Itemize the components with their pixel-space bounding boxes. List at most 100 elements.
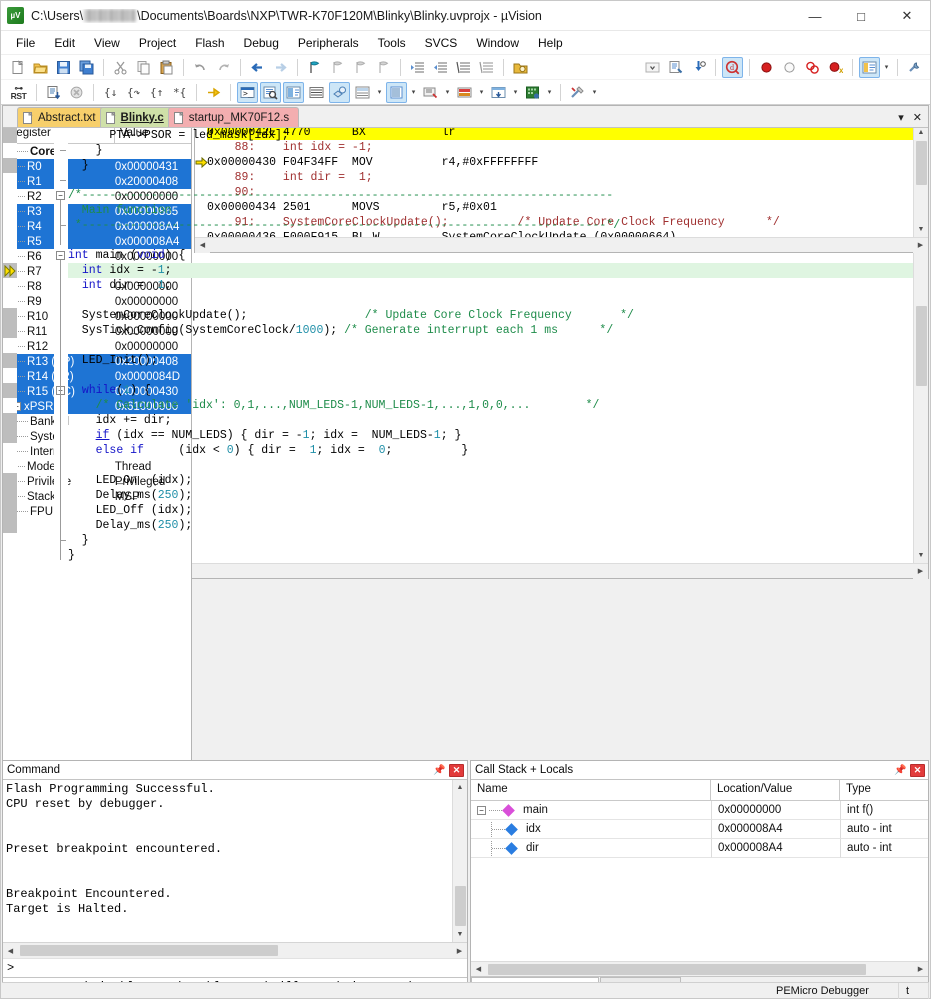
bookmark-toggle-icon[interactable] bbox=[304, 57, 325, 78]
registers-window-icon[interactable] bbox=[306, 82, 327, 103]
callstack-tree[interactable]: −main0x00000000int f()idx0x000008A4auto … bbox=[471, 801, 928, 961]
close-button[interactable]: ✕ bbox=[884, 1, 930, 31]
breakpoint-gutter-mark[interactable] bbox=[3, 428, 17, 443]
step-over-icon[interactable]: {↷} bbox=[123, 82, 144, 103]
scroll-down-icon[interactable]: ▼ bbox=[453, 927, 468, 942]
editor-line[interactable]: *---------------------------------------… bbox=[68, 218, 913, 233]
navigate-back-icon[interactable] bbox=[247, 57, 268, 78]
editor-line[interactable]: int main (void) { bbox=[68, 248, 913, 263]
editor-line[interactable]: Delay_ms(250); bbox=[68, 488, 913, 503]
editor-line[interactable]: else if (idx < 0) { dir = 1; idx = 0; } bbox=[68, 443, 913, 458]
disable-all-breakpoints-icon[interactable] bbox=[802, 57, 823, 78]
callstack-row[interactable]: dir0x000008A4auto - int bbox=[471, 839, 928, 858]
editor-line[interactable] bbox=[68, 293, 913, 308]
save-icon[interactable] bbox=[53, 57, 74, 78]
maximize-button[interactable]: □ bbox=[838, 1, 884, 31]
command-output-area[interactable]: Flash Programming Successful. CPU reset … bbox=[3, 780, 467, 943]
menu-flash[interactable]: Flash bbox=[186, 33, 233, 53]
menu-debug[interactable]: Debug bbox=[235, 33, 288, 53]
target-select-dropdown[interactable] bbox=[642, 57, 663, 78]
pin-icon[interactable]: 📌 bbox=[432, 763, 447, 778]
manage-runtime-icon[interactable] bbox=[688, 57, 709, 78]
editor-line[interactable] bbox=[68, 458, 913, 473]
indent-icon[interactable] bbox=[407, 57, 428, 78]
breakpoint-gutter-mark[interactable] bbox=[3, 323, 17, 338]
trace-window-caret[interactable]: ▾ bbox=[510, 82, 521, 103]
window-layout-caret[interactable]: ▾ bbox=[881, 57, 892, 78]
run-to-cursor-icon[interactable]: *{} bbox=[169, 82, 190, 103]
menu-peripherals[interactable]: Peripherals bbox=[289, 33, 368, 53]
kill-all-breakpoints-icon[interactable]: x bbox=[825, 57, 846, 78]
new-file-icon[interactable] bbox=[7, 57, 28, 78]
trace-window-icon[interactable] bbox=[488, 82, 509, 103]
scroll-up-icon[interactable]: ▲ bbox=[453, 780, 468, 795]
insert-breakpoint-icon[interactable] bbox=[756, 57, 777, 78]
callstack-row[interactable]: −main0x00000000int f() bbox=[471, 801, 928, 820]
menu-project[interactable]: Project bbox=[130, 33, 185, 53]
stop-icon[interactable] bbox=[66, 82, 87, 103]
open-project-icon[interactable] bbox=[510, 57, 531, 78]
disassembly-window-icon[interactable] bbox=[260, 82, 281, 103]
close-icon[interactable]: ✕ bbox=[910, 764, 925, 777]
scroll-thumb[interactable] bbox=[916, 306, 927, 386]
open-file-icon[interactable] bbox=[30, 57, 51, 78]
step-out-icon[interactable]: {↑} bbox=[146, 82, 167, 103]
undo-icon[interactable] bbox=[190, 57, 211, 78]
scroll-down-icon[interactable]: ▼ bbox=[914, 222, 929, 237]
breakpoint-gutter-mark[interactable] bbox=[3, 128, 17, 143]
step-into-icon[interactable]: {↓} bbox=[100, 82, 121, 103]
bookmark-prev-icon[interactable] bbox=[327, 57, 348, 78]
toolbox-caret[interactable]: ▾ bbox=[589, 82, 600, 103]
editor-line[interactable]: Main function bbox=[68, 203, 913, 218]
expand-toggle-icon[interactable]: − bbox=[477, 806, 486, 815]
editor-line[interactable]: idx += dir; bbox=[68, 413, 913, 428]
scroll-left-icon[interactable]: ◀ bbox=[471, 962, 486, 977]
editor-line[interactable]: SystemCoreClockUpdate(); /* Update Core … bbox=[68, 308, 913, 323]
close-icon[interactable]: ✕ bbox=[913, 111, 922, 124]
command-vscrollbar[interactable]: ▲ ▼ bbox=[452, 780, 467, 942]
scroll-down-icon[interactable]: ▼ bbox=[914, 548, 929, 563]
editor-line[interactable]: Delay_ms(250); bbox=[68, 518, 913, 533]
editor-line[interactable] bbox=[68, 233, 913, 248]
disassembly-vscrollbar[interactable]: ▲ ▼ bbox=[913, 125, 928, 237]
call-stack-window-icon[interactable] bbox=[329, 82, 350, 103]
close-icon[interactable]: ✕ bbox=[449, 764, 464, 777]
editor-line[interactable]: LED_On (idx); bbox=[68, 473, 913, 488]
pin-icon[interactable]: 📌 bbox=[893, 763, 908, 778]
breakpoint-gutter-mark[interactable] bbox=[3, 503, 17, 518]
redo-icon[interactable] bbox=[213, 57, 234, 78]
editor-line[interactable]: } bbox=[68, 158, 913, 173]
command-window-icon[interactable]: >_ bbox=[237, 82, 258, 103]
minimize-button[interactable]: — bbox=[792, 1, 838, 31]
scroll-thumb[interactable] bbox=[916, 141, 927, 185]
scroll-right-icon[interactable]: ▶ bbox=[913, 564, 928, 579]
system-viewer-caret[interactable]: ▾ bbox=[544, 82, 555, 103]
breakpoint-gutter-mark[interactable] bbox=[3, 353, 17, 368]
enable-breakpoint-icon[interactable] bbox=[779, 57, 800, 78]
scroll-right-icon[interactable]: ▶ bbox=[452, 943, 467, 958]
breakpoint-gutter-mark[interactable] bbox=[3, 473, 17, 488]
scroll-thumb[interactable] bbox=[20, 945, 278, 956]
callstack-row[interactable]: idx0x000008A4auto - int bbox=[471, 820, 928, 839]
scroll-left-icon[interactable]: ◀ bbox=[3, 943, 18, 958]
editor-line[interactable] bbox=[68, 173, 913, 188]
configure-target-icon[interactable] bbox=[665, 57, 686, 78]
configure-tools-icon[interactable] bbox=[904, 57, 925, 78]
editor-line[interactable]: /*--------------------------------------… bbox=[68, 188, 913, 203]
breakpoint-gutter-mark[interactable] bbox=[3, 488, 17, 503]
system-viewer-icon[interactable] bbox=[522, 82, 543, 103]
fold-toggle-icon[interactable]: − bbox=[56, 251, 65, 260]
serial-window-icon[interactable] bbox=[420, 82, 441, 103]
editor-line[interactable]: } bbox=[68, 533, 913, 548]
menu-help[interactable]: Help bbox=[529, 33, 572, 53]
toolbox-icon[interactable] bbox=[567, 82, 588, 103]
editor-current-line[interactable]: int idx = -1; bbox=[68, 263, 913, 278]
editor-body[interactable]: 7980818283848586878889909192939495969798… bbox=[3, 128, 928, 563]
menu-tools[interactable]: Tools bbox=[369, 33, 415, 53]
breakpoint-gutter-mark[interactable] bbox=[3, 158, 17, 173]
editor-line[interactable]: } bbox=[68, 143, 913, 158]
editor-line[interactable]: /* Calculate 'idx': 0,1,...,NUM_LEDS-1,N… bbox=[68, 398, 913, 413]
editor-fold-gutter[interactable]: −−− bbox=[54, 128, 68, 563]
editor-tab-blinky[interactable]: Blinky.c bbox=[100, 107, 174, 127]
menu-view[interactable]: View bbox=[85, 33, 129, 53]
